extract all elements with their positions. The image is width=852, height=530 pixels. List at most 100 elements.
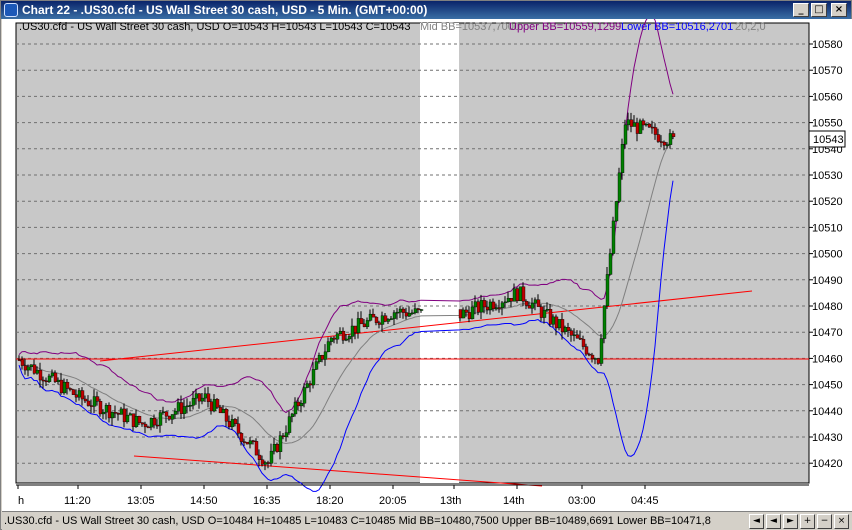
candle-body bbox=[662, 141, 667, 146]
candle-body bbox=[203, 393, 208, 399]
candle-body bbox=[485, 306, 490, 310]
chart-window: Chart 22 - .US30.cfd - US Wall Street 30… bbox=[0, 0, 852, 530]
candle-body bbox=[326, 341, 331, 353]
candle-body bbox=[236, 423, 241, 434]
zoom-in-button[interactable]: + bbox=[800, 513, 815, 529]
candle-body bbox=[593, 358, 598, 360]
candle-body bbox=[314, 361, 319, 370]
candle-body bbox=[512, 288, 517, 302]
candle-body bbox=[506, 298, 511, 303]
candle-body bbox=[125, 414, 130, 423]
candle-body bbox=[191, 397, 196, 406]
price-label: 10520 bbox=[812, 196, 843, 208]
price-label: 10460 bbox=[812, 353, 843, 365]
candle-body bbox=[176, 402, 181, 412]
candle-body bbox=[557, 319, 562, 329]
candle-body bbox=[143, 423, 148, 428]
title-bar[interactable]: Chart 22 - .US30.cfd - US Wall Street 30… bbox=[1, 1, 851, 19]
candle-body bbox=[389, 318, 394, 320]
time-label: 14:50 bbox=[190, 495, 218, 507]
candle-body bbox=[200, 397, 205, 402]
candle-body bbox=[284, 432, 289, 437]
candle-body bbox=[317, 355, 322, 362]
candle-body bbox=[374, 316, 379, 323]
candle-body bbox=[167, 415, 172, 420]
bb-params-label: 20,2,0 bbox=[735, 21, 766, 33]
maximize-button[interactable]: □ bbox=[811, 3, 827, 17]
candle-body bbox=[20, 359, 25, 366]
weekend-gap bbox=[420, 23, 459, 483]
candle-body bbox=[404, 312, 409, 317]
candle-body bbox=[32, 364, 37, 374]
chart-area[interactable]: 10580 10570 10560 10550 10540 10530 10520 10510… bbox=[2, 19, 852, 511]
candle-body bbox=[536, 299, 541, 307]
time-label: 20:05 bbox=[379, 495, 407, 507]
candle-body bbox=[341, 330, 346, 341]
scroll-first-button[interactable]: ◄ bbox=[749, 513, 764, 529]
candle-body bbox=[503, 301, 508, 304]
candle-body bbox=[383, 315, 388, 322]
candle-body bbox=[521, 286, 526, 302]
candle-body bbox=[53, 372, 58, 382]
candle-body bbox=[566, 327, 571, 331]
candle-body bbox=[632, 122, 637, 127]
candle-body bbox=[296, 401, 301, 407]
price-chart[interactable]: 1058010570105601055010540105301052010510… bbox=[2, 19, 852, 511]
candle-body bbox=[368, 313, 373, 321]
candle-body bbox=[392, 312, 397, 319]
time-label: h bbox=[18, 495, 24, 507]
candle-body bbox=[122, 408, 127, 423]
candle-body bbox=[149, 418, 154, 428]
candle-body bbox=[620, 144, 625, 174]
candle-body bbox=[668, 133, 673, 145]
candle-body bbox=[665, 144, 670, 146]
candle-body bbox=[110, 412, 115, 419]
scroll-right-button[interactable]: ► bbox=[783, 513, 798, 529]
candle-body bbox=[395, 311, 400, 314]
candle-body bbox=[539, 306, 544, 318]
candle-body bbox=[308, 383, 313, 386]
time-axis: h 11:20 13:05 14:50 16:35 18:20 20:05 13th 14th 0… bbox=[17, 485, 659, 507]
price-label: 10480 bbox=[812, 301, 843, 313]
scroll-left-button[interactable]: ◄ bbox=[766, 513, 781, 529]
candle-body bbox=[197, 393, 202, 402]
minimize-button[interactable]: _ bbox=[793, 3, 809, 17]
candle-body bbox=[656, 134, 661, 142]
candle-body bbox=[659, 141, 664, 143]
candle-body bbox=[158, 412, 163, 426]
candle-body bbox=[248, 440, 253, 445]
close-button[interactable]: × bbox=[831, 3, 847, 17]
time-label: 11:20 bbox=[64, 495, 91, 507]
candle-body bbox=[371, 313, 376, 318]
candle-body bbox=[479, 300, 484, 313]
candle-body bbox=[92, 396, 97, 407]
candle-body bbox=[377, 322, 382, 325]
candle-body bbox=[653, 127, 658, 135]
candle-body bbox=[218, 407, 223, 414]
chart-close-button[interactable]: × bbox=[834, 513, 849, 529]
price-label: 10570 bbox=[812, 65, 843, 77]
candle-body bbox=[488, 301, 493, 310]
status-bar: .US30.cfd - US Wall Street 30 cash, USD … bbox=[2, 511, 852, 530]
price-label: 10470 bbox=[812, 327, 843, 339]
candle-body bbox=[638, 120, 643, 134]
candle-body bbox=[263, 462, 268, 465]
zoom-out-button[interactable]: − bbox=[817, 513, 832, 529]
candle-body bbox=[329, 337, 334, 342]
candle-body bbox=[320, 355, 325, 360]
candle-body bbox=[551, 316, 556, 325]
candle-body bbox=[281, 435, 286, 437]
candle-body bbox=[35, 369, 40, 374]
candle-body bbox=[95, 396, 100, 402]
candle-body bbox=[458, 309, 463, 319]
candle-body bbox=[215, 399, 220, 408]
candle-body bbox=[206, 393, 211, 402]
candle-body bbox=[260, 459, 265, 465]
candle-body bbox=[461, 309, 466, 319]
candle-body bbox=[128, 413, 133, 416]
candle-body bbox=[338, 330, 343, 335]
candle-body bbox=[647, 123, 652, 128]
candle-body bbox=[65, 381, 70, 389]
candle-body bbox=[500, 302, 505, 309]
price-label: 10490 bbox=[812, 275, 843, 287]
